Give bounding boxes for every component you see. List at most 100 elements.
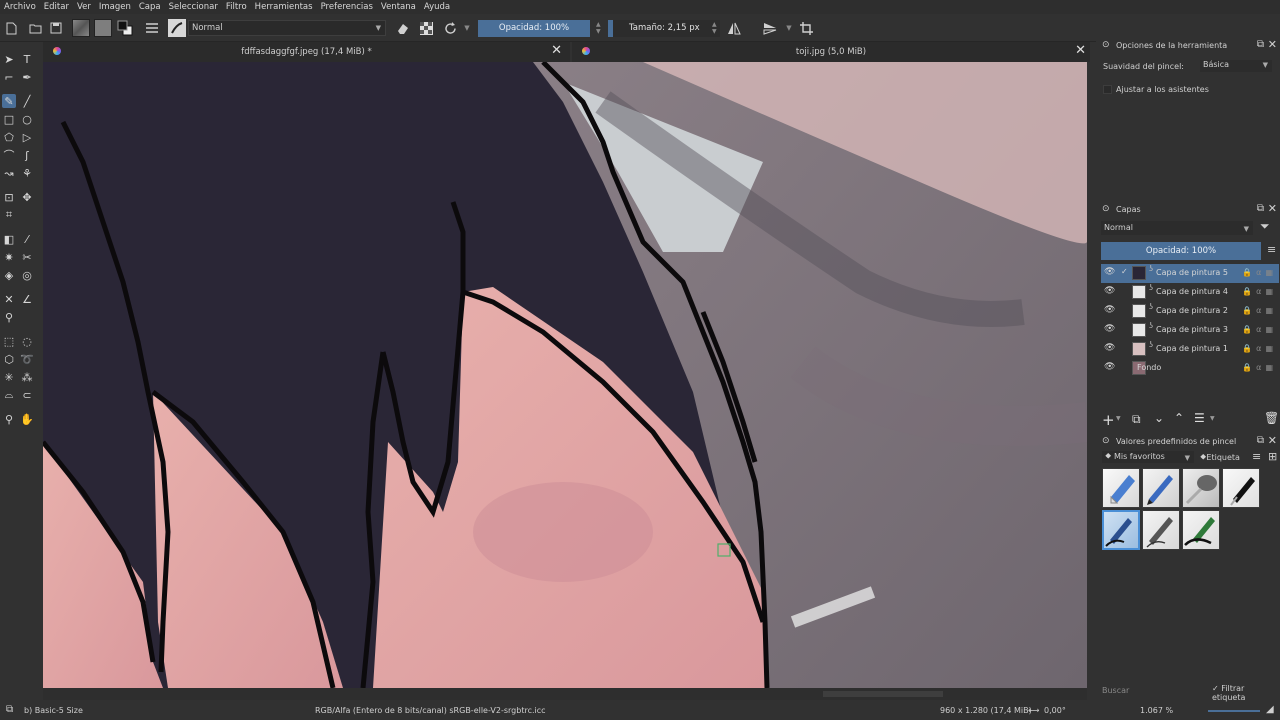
- colorize-mask-icon[interactable]: ✷: [2, 250, 16, 264]
- bezier-tool-icon[interactable]: ⌒: [2, 148, 16, 162]
- tab-document-1[interactable]: fdffasdaggfgf.jpeg (17,4 MiB) * ✕: [43, 42, 570, 62]
- new-document-icon[interactable]: [4, 19, 18, 37]
- brush-preset-icon[interactable]: [168, 19, 186, 37]
- new-view-icon[interactable]: ⧉: [6, 704, 13, 715]
- blend-mode-select[interactable]: Normal ▼: [188, 20, 386, 36]
- layer-row[interactable]: 👁 ✓ ʖ Capa de pintura 5 🔒α▦: [1101, 264, 1279, 283]
- chevron-down-icon[interactable]: ▼: [1116, 415, 1121, 422]
- menu-ayuda[interactable]: Ayuda: [424, 2, 450, 12]
- layer-row[interactable]: 👁 ʖ Capa de pintura 1 🔒α▦: [1101, 340, 1279, 359]
- gradient-tool-icon[interactable]: ◧: [2, 232, 16, 246]
- layer-row[interactable]: 👁 ʖ Capa de pintura 2 🔒α▦: [1101, 302, 1279, 321]
- move-up-icon[interactable]: ⌃: [1174, 411, 1184, 425]
- eye-icon[interactable]: 👁: [1104, 324, 1115, 334]
- polygon-select-icon[interactable]: ⬡: [2, 352, 16, 366]
- rectangle-tool-icon[interactable]: □: [2, 112, 16, 126]
- brush-settings-icon[interactable]: [144, 19, 160, 37]
- pattern-swatch[interactable]: [94, 19, 112, 37]
- close-icon[interactable]: ✕: [1268, 434, 1277, 447]
- edit-shapes-icon[interactable]: ⌐: [2, 70, 16, 84]
- chevron-down-icon[interactable]: ▼: [1210, 415, 1215, 422]
- reference-tool-icon[interactable]: ⚲: [2, 310, 16, 324]
- calligraphy-icon[interactable]: ✒: [20, 70, 34, 84]
- preserve-alpha-icon[interactable]: [418, 19, 434, 37]
- assistants-checkbox[interactable]: [1103, 85, 1112, 94]
- tag-button[interactable]: ⯁Etiqueta: [1200, 453, 1240, 463]
- size-slider[interactable]: Tamaño: 2,15 px: [608, 20, 720, 37]
- layer-row[interactable]: 👁 Fondo 🔒α▦: [1101, 359, 1279, 378]
- zoom-slider[interactable]: [1208, 710, 1260, 712]
- freehand-brush-icon[interactable]: ✎: [2, 94, 16, 108]
- eye-icon[interactable]: 👁: [1104, 362, 1115, 372]
- preset-eraser[interactable]: [1102, 468, 1140, 508]
- size-spin-icon[interactable]: ▲ ▼: [712, 21, 717, 35]
- eraser-icon[interactable]: [394, 19, 410, 37]
- fg-bg-color-icon[interactable]: [116, 19, 134, 37]
- rect-select-icon[interactable]: ⬚: [2, 334, 16, 348]
- layer-blend-select[interactable]: Normal ▼: [1101, 221, 1253, 235]
- preset-basic-5-size[interactable]: [1102, 510, 1140, 550]
- layer-row[interactable]: 👁 ʖ Capa de pintura 3 🔒α▦: [1101, 321, 1279, 340]
- drawing-canvas[interactable]: [43, 62, 1087, 688]
- layer-flags-icon[interactable]: 🔒α▦: [1242, 344, 1277, 353]
- dynamic-brush-icon[interactable]: ↝: [2, 166, 16, 180]
- menu-archivo[interactable]: Archivo: [4, 2, 36, 12]
- select-shapes-icon[interactable]: ➤: [2, 52, 16, 66]
- rotation-icon[interactable]: ⟷: [1028, 706, 1039, 715]
- layer-row[interactable]: 👁 ʖ Capa de pintura 4 🔒α▦: [1101, 283, 1279, 302]
- smart-patch-icon[interactable]: ✂: [20, 250, 34, 264]
- move-tool-icon[interactable]: ✥: [20, 190, 34, 204]
- layer-flags-icon[interactable]: 🔒α▦: [1242, 268, 1277, 277]
- close-icon[interactable]: ✕: [1268, 202, 1277, 215]
- preset-marker[interactable]: [1182, 510, 1220, 550]
- transform-tool-icon[interactable]: ⊡: [2, 190, 16, 204]
- filter-icon[interactable]: ⏷: [1260, 219, 1270, 234]
- tag-select[interactable]: ⯁ Mis favoritos ▼: [1102, 451, 1194, 463]
- layer-flags-icon[interactable]: 🔒α▦: [1242, 287, 1277, 296]
- contiguous-select-icon[interactable]: ✳: [2, 370, 16, 384]
- smoothing-select[interactable]: Básica ▼: [1200, 60, 1272, 72]
- layer-flags-icon[interactable]: 🔒α▦: [1242, 363, 1277, 372]
- menu-preferencias[interactable]: Preferencias: [321, 2, 373, 12]
- preset-pencil-blue[interactable]: [1142, 468, 1180, 508]
- text-tool-icon[interactable]: T: [20, 52, 34, 66]
- save-icon[interactable]: [49, 19, 63, 37]
- eye-icon[interactable]: 👁: [1104, 267, 1115, 277]
- tab-document-2[interactable]: toji.jpg (5,0 MiB) ✕: [572, 42, 1090, 62]
- wrap-around-icon[interactable]: [798, 19, 814, 37]
- duplicate-layer-icon[interactable]: ⧉: [1132, 412, 1141, 427]
- reload-preset-icon[interactable]: [442, 19, 458, 37]
- preset-airbrush[interactable]: [1182, 468, 1220, 508]
- menu-seleccionar[interactable]: Seleccionar: [169, 2, 218, 12]
- freehand-select-icon[interactable]: ➰: [20, 352, 34, 366]
- pan-tool-icon[interactable]: ✋: [20, 412, 34, 426]
- menu-ventana[interactable]: Ventana: [381, 2, 416, 12]
- similar-select-icon[interactable]: ⁂: [20, 370, 34, 384]
- preset-pencil-grey[interactable]: [1142, 510, 1180, 550]
- layer-opacity-slider[interactable]: Opacidad: 100%: [1101, 242, 1261, 260]
- preset-ink-pen[interactable]: [1222, 468, 1260, 508]
- mirror-vertical-icon[interactable]: [762, 19, 778, 37]
- reload-menu-icon[interactable]: ▼: [462, 19, 472, 37]
- add-layer-icon[interactable]: +: [1102, 411, 1115, 429]
- resize-grip-icon[interactable]: ◢: [1266, 704, 1274, 715]
- float-icon[interactable]: ⧉: [1257, 203, 1264, 214]
- opacity-slider[interactable]: Opacidad: 100%: [478, 20, 590, 37]
- eye-icon[interactable]: 👁: [1104, 305, 1115, 315]
- filter-tag-checkbox[interactable]: ✓ Filtrar etiqueta: [1212, 684, 1280, 702]
- close-icon[interactable]: ✕: [1268, 38, 1277, 51]
- menu-capa[interactable]: Capa: [139, 2, 161, 12]
- move-down-icon[interactable]: ⌄: [1154, 411, 1164, 425]
- line-tool-icon[interactable]: ╱: [20, 94, 34, 108]
- horizontal-scrollbar[interactable]: [43, 688, 1087, 700]
- enclose-fill-icon[interactable]: ◎: [20, 268, 34, 282]
- pin-icon[interactable]: ⊙: [1102, 204, 1110, 214]
- magnetic-select-icon[interactable]: ⊂: [20, 388, 34, 402]
- fill-tool-icon[interactable]: ◈: [2, 268, 16, 282]
- layer-flags-icon[interactable]: 🔒α▦: [1242, 306, 1277, 315]
- open-folder-icon[interactable]: [28, 19, 42, 37]
- layer-properties-icon[interactable]: ☰: [1194, 411, 1205, 425]
- menu-editar[interactable]: Editar: [44, 2, 69, 12]
- crop-tool-icon[interactable]: ⌗: [2, 208, 16, 222]
- pin-icon[interactable]: ⊙: [1102, 40, 1110, 50]
